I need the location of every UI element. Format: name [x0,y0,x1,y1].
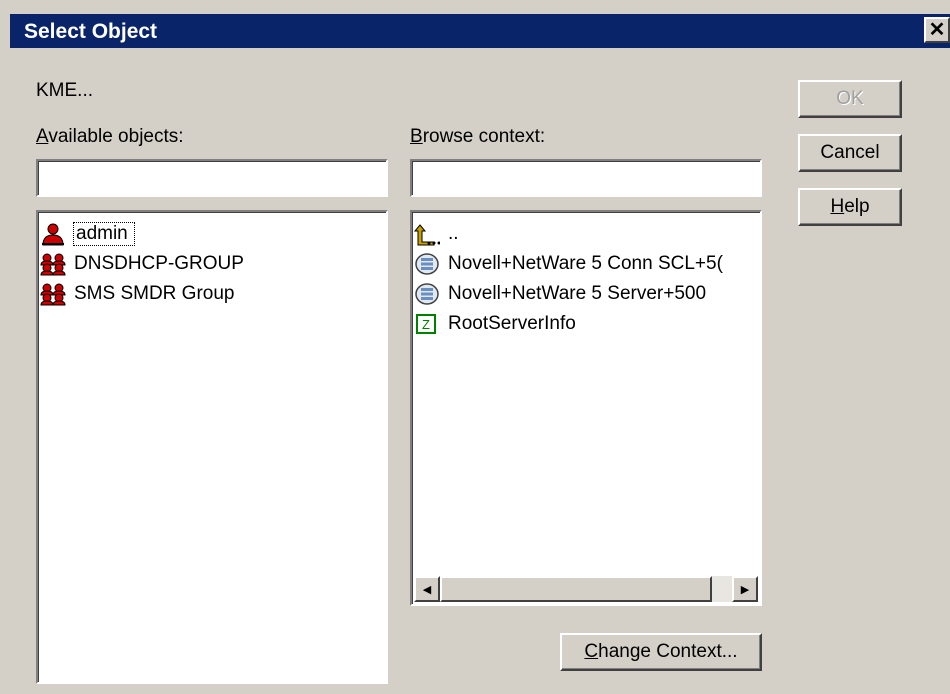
list-item-sms-smdr-group[interactable]: SMS SMDR Group [40,279,234,309]
available-objects-input[interactable] [38,161,386,195]
list-item-novell-conn[interactable]: Novell+NetWare 5 Conn SCL+5( [414,249,723,279]
context-path: KME... [36,80,94,101]
server-object-icon [415,283,439,305]
list-item-dnsdhcp-group[interactable]: DNSDHCP-GROUP [40,249,244,279]
list-item-label: RootServerInfo [448,313,576,334]
select-object-dialog: Select Object ✕ KME... Available objects… [0,0,950,694]
cancel-button[interactable]: Cancel [798,134,902,172]
list-item-novell-server[interactable]: Novell+NetWare 5 Server+500 [414,279,706,309]
close-button[interactable]: ✕ [924,17,950,43]
group-icon [40,253,66,276]
change-context-button[interactable]: Change Context... [560,633,762,671]
arrow-left-icon: ◀ [422,583,432,596]
browse-context-input[interactable] [412,161,760,195]
available-objects-filter[interactable] [36,159,388,197]
group-icon [40,283,66,306]
user-icon [42,223,64,246]
browse-context-list[interactable]: .. Novell+NetWare 5 Conn SCL+5( Novell+N… [410,210,762,606]
list-item-label: .. [448,223,459,244]
list-item-label: DNSDHCP-GROUP [74,253,244,274]
list-item-admin[interactable]: admin [40,219,135,249]
scroll-left-button[interactable]: ◀ [414,576,440,602]
available-objects-label: Available objects: [36,126,184,147]
close-icon: ✕ [928,19,946,41]
title-bar[interactable]: Select Object ✕ [10,14,950,48]
parent-container-icon [414,224,440,246]
browse-context-filter[interactable] [410,159,762,197]
list-item-rootserverinfo[interactable]: Z RootServerInfo [414,309,576,339]
list-item-label: Novell+NetWare 5 Conn SCL+5( [448,253,723,274]
available-objects-list[interactable]: admin DNSDHCP-GROUP SMS SMDR Group [36,210,388,684]
zone-object-icon: Z [416,314,436,334]
horizontal-scrollbar[interactable]: ◀ ▶ [414,576,758,602]
ok-button[interactable]: OK [798,80,902,118]
svg-text:Z: Z [422,317,430,332]
list-item-label: Novell+NetWare 5 Server+500 [448,283,707,304]
server-object-icon [415,253,439,275]
window-title: Select Object [24,20,158,43]
browse-context-label: Browse context: [410,126,546,147]
scroll-right-button[interactable]: ▶ [732,576,758,602]
arrow-right-icon: ▶ [740,583,750,596]
list-item-label: admin [73,222,135,246]
scroll-thumb[interactable] [440,576,712,602]
list-item-parent[interactable]: .. [414,219,459,249]
list-item-label: SMS SMDR Group [74,283,235,304]
help-button[interactable]: Help [798,188,902,226]
